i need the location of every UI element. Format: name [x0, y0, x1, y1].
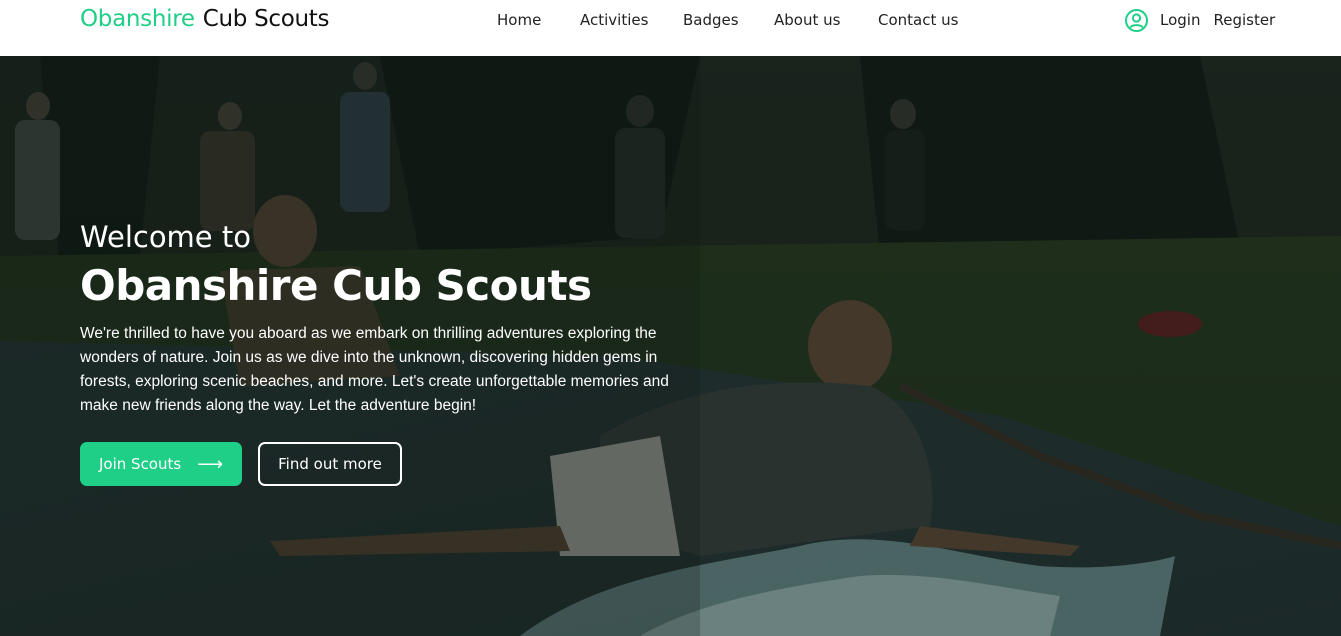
hero-welcome: Welcome to	[80, 220, 251, 254]
hero-content: Welcome to Obanshire Cub Scouts We're th…	[80, 218, 680, 418]
join-scouts-label: Join Scouts	[99, 455, 182, 473]
login-link[interactable]: Login	[1160, 11, 1200, 29]
nav-home[interactable]: Home	[497, 11, 541, 29]
hero-actions: Join Scouts ⟶ Find out more	[80, 442, 402, 486]
account-links: Login Register	[1124, 8, 1275, 32]
arrow-right-icon: ⟶	[197, 453, 224, 475]
hero-title: Obanshire Cub Scouts	[80, 261, 592, 310]
user-circle-icon[interactable]	[1124, 8, 1149, 33]
find-out-more-button[interactable]: Find out more	[258, 442, 402, 486]
hero-section: Welcome to Obanshire Cub Scouts We're th…	[0, 56, 1341, 636]
hero-intro: We're thrilled to have you aboard as we …	[80, 325, 669, 414]
nav-badges[interactable]: Badges	[683, 11, 739, 29]
nav-activities[interactable]: Activities	[580, 11, 648, 29]
nav-about-us[interactable]: About us	[774, 11, 840, 29]
site-logo[interactable]: Obanshire Cub Scouts	[80, 6, 329, 32]
brand-secondary: Cub Scouts	[202, 6, 330, 32]
join-scouts-button[interactable]: Join Scouts ⟶	[80, 442, 242, 486]
register-link[interactable]: Register	[1213, 11, 1275, 29]
brand-primary: Obanshire	[80, 6, 195, 32]
site-header: Obanshire Cub Scouts Home Activities Badg…	[0, 0, 1341, 56]
nav-contact-us[interactable]: Contact us	[878, 11, 958, 29]
